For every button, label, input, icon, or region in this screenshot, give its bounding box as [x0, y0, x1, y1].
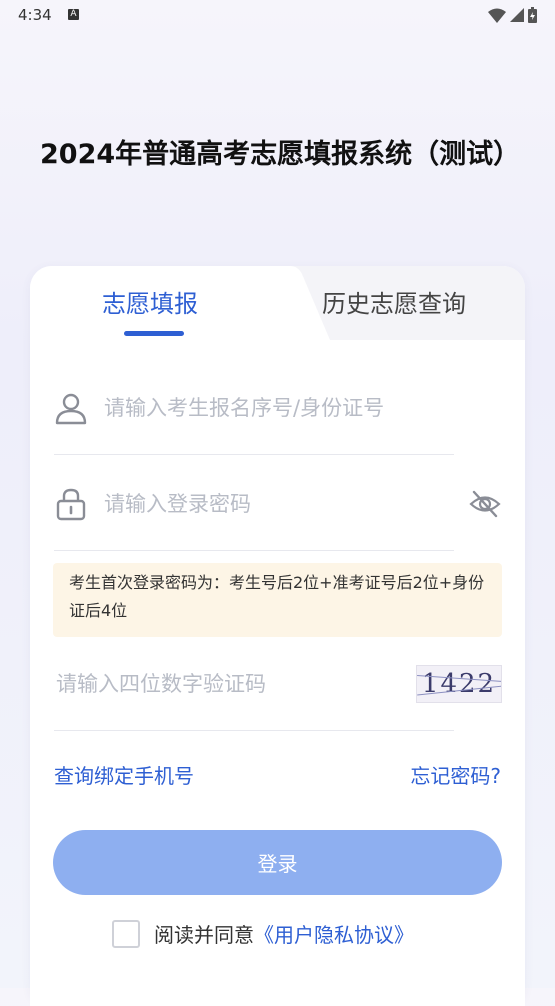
lock-icon	[56, 488, 86, 521]
user-icon	[55, 393, 87, 425]
status-bar: 4:34 A	[0, 0, 555, 32]
bind-phone-link[interactable]: 查询绑定手机号	[54, 760, 194, 789]
forgot-password-link[interactable]: 忘记密码?	[410, 760, 501, 789]
captcha-image[interactable]: 1422	[416, 665, 502, 703]
username-divider	[54, 454, 454, 455]
username-row	[54, 384, 502, 432]
login-button[interactable]: 登录	[53, 830, 502, 895]
tab-apply[interactable]: 志愿填报	[102, 284, 198, 319]
password-row	[54, 480, 502, 528]
captcha-input[interactable]	[54, 671, 388, 697]
status-icons	[488, 7, 537, 23]
privacy-agreement-link[interactable]: 《用户隐私协议》	[254, 919, 414, 948]
first-login-notice: 考生首次登录密码为：考生号后2位+准考证号后2位+身份证后4位	[53, 563, 502, 637]
wifi-icon	[488, 8, 506, 23]
username-input[interactable]	[102, 395, 446, 421]
signal-icon	[510, 8, 524, 22]
agreement-text: 阅读并同意	[154, 923, 254, 947]
captcha-text: 1422	[421, 669, 497, 699]
battery-icon	[528, 7, 537, 23]
status-time: 4:34	[18, 6, 52, 24]
captcha-divider	[54, 730, 454, 731]
password-input[interactable]	[102, 491, 446, 517]
page-title: 2024年普通高考志愿填报系统（测试）	[40, 139, 521, 170]
agreement-checkbox[interactable]	[112, 919, 140, 948]
login-card: 志愿填报 历史志愿查询 考生首次登录密码为：考生号	[30, 266, 525, 1006]
eye-off-icon[interactable]	[468, 487, 502, 521]
tab-history[interactable]: 历史志愿查询	[322, 284, 466, 319]
password-divider	[54, 550, 454, 551]
active-tab-indicator	[124, 331, 184, 336]
notification-icon: A	[68, 9, 79, 20]
agreement-row: 阅读并同意 《用户隐私协议》	[112, 919, 414, 948]
